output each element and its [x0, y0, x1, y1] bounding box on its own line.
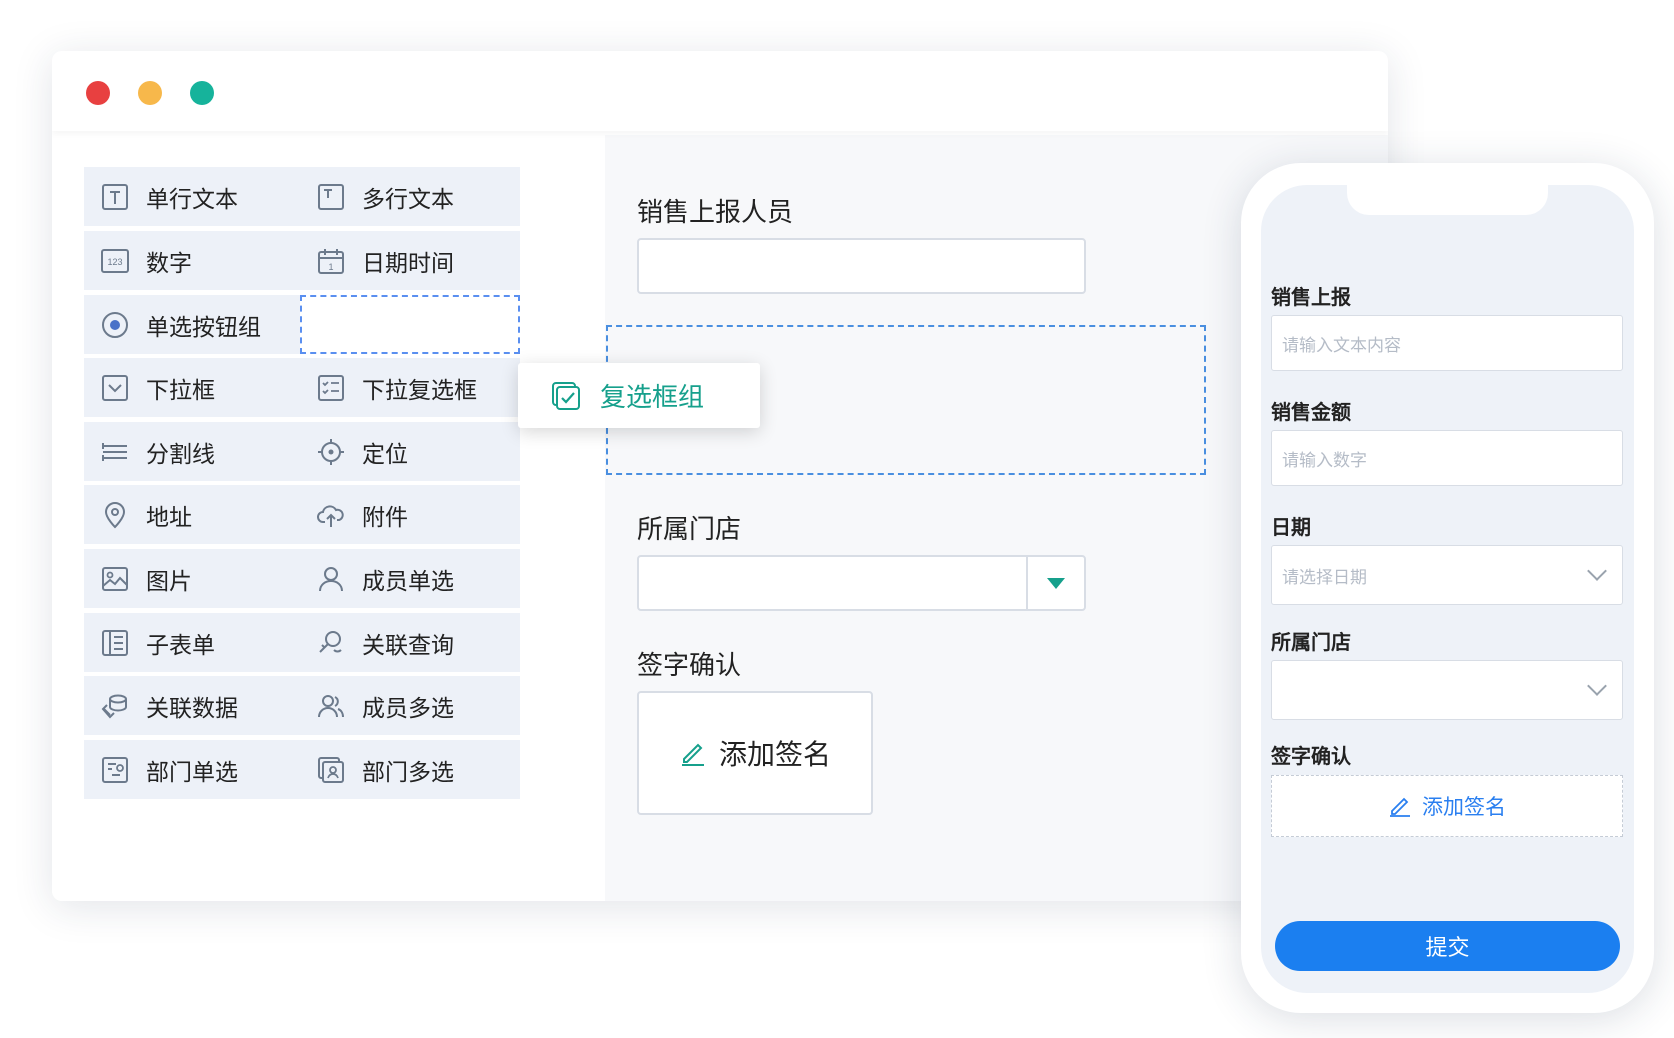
palette-item-department-single[interactable]: 部门单选 [84, 740, 304, 799]
calendar-icon: 1 [316, 246, 346, 276]
pen-icon [681, 743, 704, 766]
placeholder: 请输入数字 [1282, 450, 1367, 471]
text-icon [100, 182, 130, 212]
dragging-checkbox-group[interactable]: 复选框组 [518, 363, 760, 428]
placeholder: 请选择日期 [1282, 567, 1367, 588]
placeholder: 请输入文本内容 [1282, 335, 1401, 356]
palette-item-label: 子表单 [146, 632, 215, 659]
palette-item-label: 关联数据 [146, 695, 238, 722]
field-label-store: 所属门店 [637, 515, 742, 545]
users-icon [316, 691, 346, 721]
divider-icon [100, 437, 130, 467]
map-pin-icon [100, 500, 130, 530]
window-titlebar [52, 51, 1388, 131]
palette-item-label: 部门多选 [362, 759, 454, 786]
close-window-button[interactable] [86, 81, 110, 105]
palette-item-member-multi[interactable]: 成员多选 [300, 676, 520, 735]
subform-icon [100, 628, 130, 658]
palette-item-number[interactable]: 123 数字 [84, 231, 304, 290]
form-designer-window: 单行文本 多行文本 123 数字 1 日期时间 单选按钮组 下拉框 下拉复选框 [52, 51, 1388, 901]
department-icon [100, 755, 130, 785]
mobile-add-signature-button[interactable]: 添加签名 [1271, 775, 1623, 837]
departments-icon [316, 755, 346, 785]
palette-item-label: 单行文本 [146, 186, 238, 213]
mobile-label-sales-amount: 销售金额 [1271, 400, 1351, 424]
maximize-window-button[interactable] [190, 81, 214, 105]
textarea-icon [316, 182, 346, 212]
palette-item-multi-line-text[interactable]: 多行文本 [300, 167, 520, 226]
palette-item-label: 日期时间 [362, 250, 454, 277]
palette-item-single-line-text[interactable]: 单行文本 [84, 167, 304, 226]
upload-cloud-icon [316, 500, 346, 530]
palette-item-label: 定位 [362, 441, 408, 468]
pen-icon [1390, 797, 1410, 817]
svg-text:1: 1 [328, 262, 333, 272]
mobile-add-signature-label: 添加签名 [1422, 795, 1506, 819]
svg-text:123: 123 [107, 257, 122, 267]
palette-item-dropdown[interactable]: 下拉框 [84, 358, 304, 417]
image-icon [100, 564, 130, 594]
mobile-label-date: 日期 [1271, 515, 1311, 539]
palette-item-department-multi[interactable]: 部门多选 [300, 740, 520, 799]
palette-item-link-data[interactable]: 关联数据 [84, 676, 304, 735]
chevron-down-icon [1587, 561, 1607, 581]
dropdown-arrow-icon[interactable] [1026, 557, 1084, 609]
mobile-label-sales-report: 销售上报 [1271, 285, 1351, 309]
palette-item-label: 成员多选 [362, 695, 454, 722]
dragging-label: 复选框组 [600, 383, 705, 413]
field-palette: 单行文本 多行文本 123 数字 1 日期时间 单选按钮组 下拉框 下拉复选框 [52, 135, 605, 901]
mobile-label-signature: 签字确认 [1271, 744, 1351, 768]
chevron-down-icon [1587, 676, 1607, 696]
mobile-sales-amount-input[interactable]: 请输入数字 [1271, 430, 1623, 486]
palette-item-subform[interactable]: 子表单 [84, 613, 304, 672]
palette-item-image[interactable]: 图片 [84, 549, 304, 608]
mobile-store-select[interactable] [1271, 660, 1623, 720]
user-icon [316, 564, 346, 594]
palette-item-label: 分割线 [146, 441, 215, 468]
palette-item-label: 数字 [146, 250, 192, 277]
palette-item-member-single[interactable]: 成员单选 [300, 549, 520, 608]
palette-item-label: 下拉复选框 [362, 377, 477, 404]
palette-item-attachment[interactable]: 附件 [300, 485, 520, 544]
palette-item-address[interactable]: 地址 [84, 485, 304, 544]
link-search-icon [316, 628, 346, 658]
palette-item-link-query[interactable]: 关联查询 [300, 613, 520, 672]
palette-item-label: 多行文本 [362, 186, 454, 213]
palette-item-label: 附件 [362, 504, 408, 531]
palette-item-label: 部门单选 [146, 759, 238, 786]
field-label-signature: 签字确认 [637, 651, 742, 681]
palette-item-label: 下拉框 [146, 377, 215, 404]
palette-item-label: 地址 [146, 504, 192, 531]
palette-item-radio-group[interactable]: 单选按钮组 [84, 295, 304, 354]
submit-button[interactable]: 提交 [1275, 921, 1620, 971]
add-signature-label: 添加签名 [718, 738, 831, 771]
palette-item-location[interactable]: 定位 [300, 422, 520, 481]
palette-item-dropdown-checkbox[interactable]: 下拉复选框 [300, 358, 520, 417]
minimize-window-button[interactable] [138, 81, 162, 105]
palette-item-label: 单选按钮组 [146, 314, 261, 341]
store-select[interactable] [637, 555, 1086, 611]
mobile-label-store: 所属门店 [1271, 630, 1351, 654]
link-data-icon [100, 691, 130, 721]
dropdown-icon [100, 373, 130, 403]
mobile-sales-report-input[interactable]: 请输入文本内容 [1271, 315, 1623, 371]
palette-empty-slot [300, 295, 520, 354]
locate-icon [316, 437, 346, 467]
palette-item-datetime[interactable]: 1 日期时间 [300, 231, 520, 290]
mobile-screen: 销售上报 请输入文本内容 销售金额 请输入数字 日期 请选择日期 所属门店 签字… [1261, 185, 1634, 993]
radio-icon [100, 310, 130, 340]
add-signature-button[interactable]: 添加签名 [637, 691, 873, 815]
palette-item-label: 图片 [146, 568, 192, 595]
number-icon: 123 [100, 246, 130, 276]
palette-item-divider[interactable]: 分割线 [84, 422, 304, 481]
mobile-date-picker[interactable]: 请选择日期 [1271, 545, 1623, 605]
field-label-sales-reporter: 销售上报人员 [637, 198, 794, 228]
mobile-preview: 销售上报 请输入文本内容 销售金额 请输入数字 日期 请选择日期 所属门店 签字… [1241, 163, 1654, 1013]
palette-item-label: 成员单选 [362, 568, 454, 595]
checkbox-group-icon [552, 381, 580, 410]
palette-item-label: 关联查询 [362, 632, 454, 659]
checklist-icon [316, 373, 346, 403]
sales-reporter-input[interactable] [637, 238, 1086, 294]
phone-notch [1347, 185, 1548, 215]
